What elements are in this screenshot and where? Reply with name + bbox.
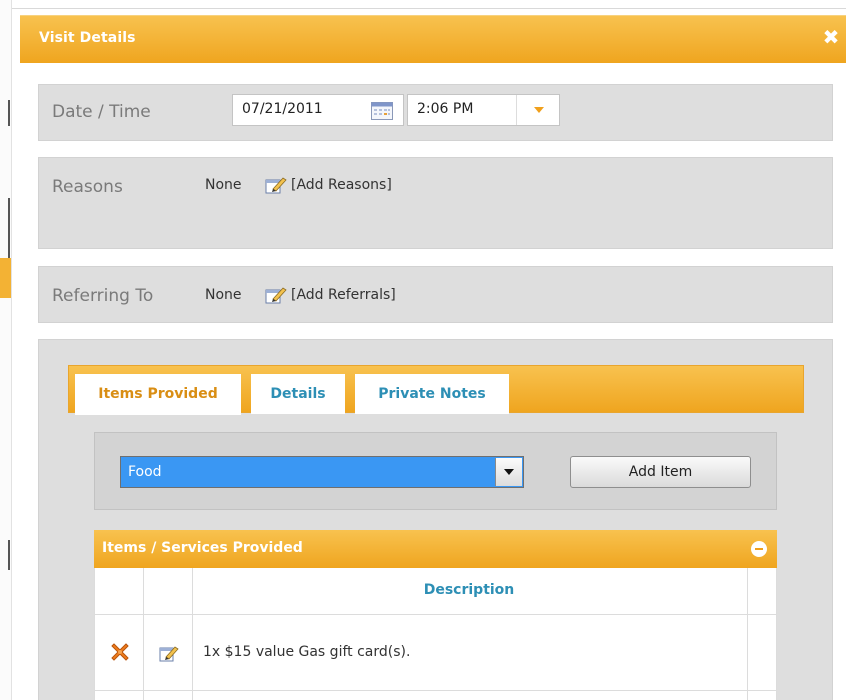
edit-icon[interactable]	[159, 644, 179, 662]
column-header-description[interactable]: Description	[193, 582, 745, 598]
date-field[interactable]: 07/21/2011	[232, 94, 404, 126]
grid-title: Items / Services Provided	[102, 540, 303, 556]
column-divider	[143, 568, 144, 700]
background-page-edge	[0, 0, 12, 700]
item-description: 1x $15 value Gas gift card(s).	[203, 644, 411, 660]
grid-header: Items / Services Provided	[94, 530, 777, 568]
background-mark	[8, 540, 10, 570]
tabs-panel: Items Provided Details Private Notes Foo…	[38, 339, 833, 700]
add-item-box: Food Add Item	[94, 432, 777, 510]
background-mark	[8, 100, 10, 126]
time-value: 2:06 PM	[417, 101, 474, 117]
select-dropdown-button[interactable]	[495, 458, 522, 486]
header-divider	[95, 614, 776, 615]
item-type-selected: Food	[128, 464, 162, 480]
add-reasons-link[interactable]: [Add Reasons]	[291, 177, 392, 193]
referrals-label: Referring To	[52, 286, 154, 306]
chevron-down-icon	[504, 469, 514, 475]
tab-items-provided[interactable]: Items Provided	[75, 374, 241, 415]
visit-details-dialog: Visit Details ✖ Date / Time 07/21/2011 2…	[12, 8, 846, 700]
tab-bar: Items Provided Details Private Notes	[68, 365, 804, 415]
edit-icon[interactable]	[265, 286, 287, 304]
reasons-value: None	[205, 177, 242, 193]
time-field[interactable]: 2:06 PM	[407, 94, 560, 126]
add-item-button[interactable]: Add Item	[570, 456, 751, 488]
tab-details[interactable]: Details	[251, 374, 345, 414]
close-icon[interactable]: ✖	[820, 25, 842, 49]
background-accent	[0, 258, 11, 298]
item-type-select[interactable]: Food	[120, 456, 524, 488]
collapse-icon[interactable]	[751, 541, 767, 557]
referrals-row: Referring To None [Add Referrals]	[38, 266, 833, 323]
edit-icon[interactable]	[265, 176, 287, 194]
dialog-titlebar[interactable]: Visit Details ✖	[20, 15, 846, 63]
date-time-row: Date / Time 07/21/2011 2:06 PM	[38, 84, 833, 141]
column-divider	[747, 568, 748, 700]
referrals-value: None	[205, 287, 242, 303]
reasons-label: Reasons	[52, 177, 123, 197]
grid-body: Description 1x $15 value Gas gift card(s…	[94, 568, 777, 700]
add-referrals-link[interactable]: [Add Referrals]	[291, 287, 396, 303]
caret-down-icon[interactable]	[534, 107, 544, 113]
reasons-row: Reasons None [Add Reasons]	[38, 157, 833, 249]
calendar-icon[interactable]	[371, 101, 393, 120]
items-services-grid: Items / Services Provided Description 1x…	[94, 530, 777, 700]
delete-x-icon[interactable]	[109, 641, 131, 663]
date-value: 07/21/2011	[242, 101, 323, 117]
date-time-label: Date / Time	[52, 102, 151, 122]
tab-private-notes[interactable]: Private Notes	[355, 374, 509, 414]
time-divider	[516, 95, 517, 125]
dialog-title: Visit Details	[39, 30, 136, 46]
row-divider	[95, 690, 776, 691]
